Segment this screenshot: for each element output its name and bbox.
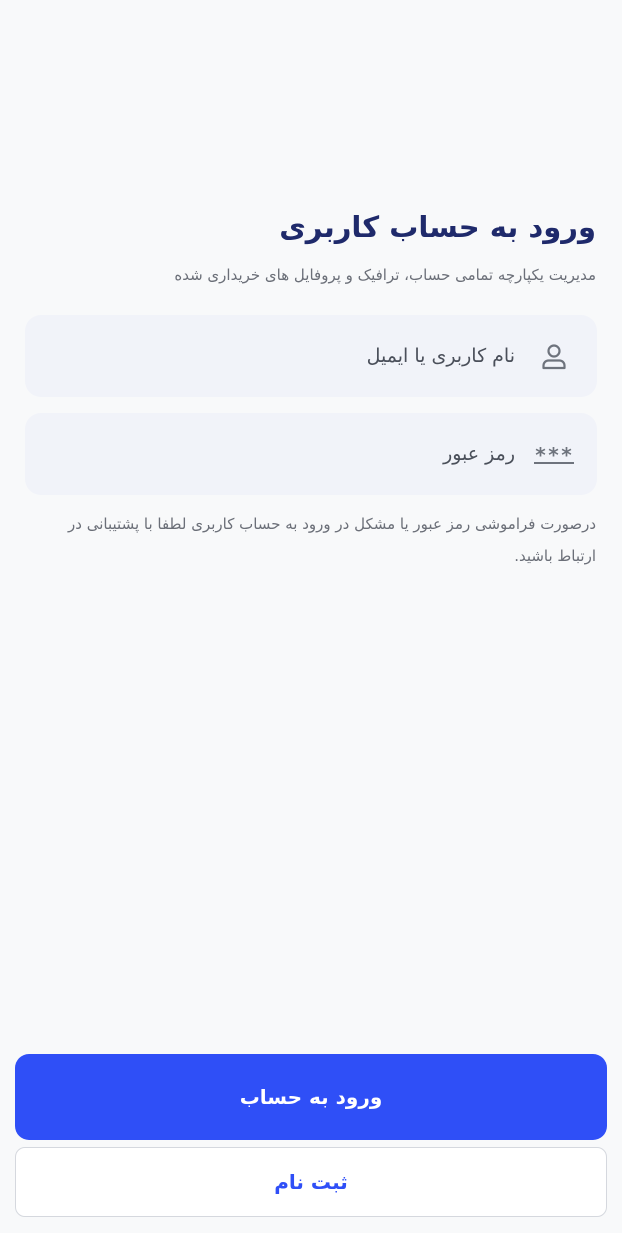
login-button[interactable]: ورود به حساب (15, 1054, 607, 1140)
page-title: ورود به حساب کاربری (279, 210, 596, 244)
password-icon-text: *** (534, 443, 574, 467)
login-screen: ورود به حساب کاربری مدیریت یکپارچه تمامی… (0, 0, 622, 1233)
user-icon (537, 339, 571, 373)
page-subtitle: مدیریت یکپارچه تمامی حساب، ترافیک و پروف… (174, 266, 596, 284)
support-note: درصورت فراموشی رمز عبور یا مشکل در ورود … (68, 515, 596, 565)
register-button[interactable]: ثبت نام (15, 1147, 607, 1217)
password-field[interactable]: *** (25, 413, 597, 495)
password-input[interactable] (115, 443, 515, 465)
username-field[interactable] (25, 315, 597, 397)
password-stars-icon: *** (534, 437, 574, 471)
username-input[interactable] (115, 345, 515, 367)
